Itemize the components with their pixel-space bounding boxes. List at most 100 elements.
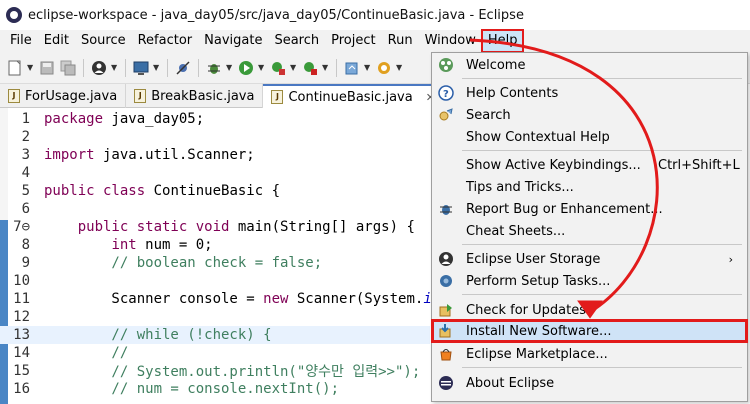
code-editor[interactable]: 1 package java_day05; 2 3 import java.util… xyxy=(0,108,449,404)
menu-item-keybindings[interactable]: Show Active Keybindings... Ctrl+Shift+L xyxy=(432,154,747,176)
user-storage-icon xyxy=(438,251,454,267)
line-number: 10 xyxy=(13,273,30,289)
chevron-down-icon[interactable]: ▼ xyxy=(396,63,404,72)
menu-item-marketplace[interactable]: Eclipse Marketplace... xyxy=(432,343,747,365)
line-number: 16 xyxy=(13,381,30,397)
code-line[interactable]: 12 xyxy=(0,308,430,326)
menu-item-report-bug[interactable]: Report Bug or Enhancement... xyxy=(432,198,747,220)
save-all-icon[interactable] xyxy=(59,59,77,77)
menu-item-help-contents[interactable]: ? Help Contents xyxy=(432,82,747,104)
code-line[interactable]: 6 xyxy=(0,200,430,218)
menu-refactor[interactable]: Refactor xyxy=(132,30,199,52)
chevron-down-icon[interactable]: ▼ xyxy=(153,63,161,72)
new-java-class-icon[interactable] xyxy=(343,59,361,77)
menu-file[interactable]: File xyxy=(4,30,38,52)
line-number: 3 xyxy=(21,147,30,163)
debug-icon[interactable] xyxy=(205,59,223,77)
menu-separator xyxy=(462,78,742,79)
tab-forusage[interactable]: J ForUsage.java xyxy=(0,84,127,108)
chevron-down-icon[interactable]: ▼ xyxy=(111,63,119,72)
current-code-line[interactable]: 13 // while (!check) { xyxy=(0,326,430,344)
menu-project[interactable]: Project xyxy=(325,30,381,52)
code-text: import java.util.Scanner; xyxy=(44,147,255,163)
code-line[interactable]: 5 public class ContinueBasic { xyxy=(0,182,430,200)
toolbar-separator xyxy=(336,58,337,77)
menu-item-label: Tips and Tricks... xyxy=(466,179,574,195)
code-line[interactable]: 2 xyxy=(0,128,430,146)
line-number: 11 xyxy=(13,291,30,307)
tab-label: ForUsage.java xyxy=(25,88,118,104)
tab-breakbasic[interactable]: J BreakBasic.java xyxy=(126,84,264,108)
menu-window[interactable]: Window xyxy=(419,30,482,52)
open-type-icon[interactable] xyxy=(375,59,393,77)
menu-item-search[interactable]: Search xyxy=(432,104,747,126)
menu-item-about[interactable]: About Eclipse xyxy=(432,372,747,394)
run-icon[interactable] xyxy=(237,59,255,77)
code-line[interactable]: 15 // System.out.println("양수만 입력>>"); xyxy=(0,362,430,380)
code-text: // System.out.println("양수만 입력>>"); xyxy=(44,364,421,380)
code-line[interactable]: 4 xyxy=(0,164,430,182)
code-text: // boolean check = false; xyxy=(44,255,323,271)
menu-item-label: Welcome xyxy=(466,57,526,73)
console-icon[interactable] xyxy=(132,59,150,77)
menu-item-label: Show Active Keybindings... xyxy=(466,157,641,173)
save-icon[interactable] xyxy=(38,59,56,77)
search-help-icon xyxy=(438,107,454,123)
welcome-icon xyxy=(438,57,454,73)
chevron-down-icon[interactable]: ▼ xyxy=(290,63,298,72)
code-line[interactable]: 14 // xyxy=(0,344,430,362)
marketplace-icon xyxy=(438,346,454,362)
menu-item-label: Help Contents xyxy=(466,85,559,101)
chevron-down-icon[interactable]: ▼ xyxy=(258,63,266,72)
chevron-down-icon[interactable]: ▼ xyxy=(364,63,372,72)
line-number: 1 xyxy=(21,111,30,127)
external-tools-icon[interactable] xyxy=(301,59,319,77)
code-line[interactable]: 9 // boolean check = false; xyxy=(0,254,430,272)
menu-edit[interactable]: Edit xyxy=(38,30,75,52)
menu-item-label: Install New Software... xyxy=(466,323,612,339)
chevron-down-icon[interactable]: ▼ xyxy=(322,63,330,72)
line-number: 2 xyxy=(21,129,30,145)
menu-navigate[interactable]: Navigate xyxy=(198,30,268,52)
tab-continuebasic[interactable]: J ContinueBasic.java ✕ xyxy=(263,84,444,108)
line-number: 8 xyxy=(21,237,30,253)
menu-item-contextual-help[interactable]: Show Contextual Help xyxy=(432,126,747,148)
code-line[interactable]: 7⊖ public static void main(String[] args… xyxy=(0,218,430,236)
menu-item-install-new-software[interactable]: Install New Software... xyxy=(431,319,748,343)
chevron-down-icon[interactable]: ▼ xyxy=(226,63,234,72)
menu-help[interactable]: Help xyxy=(480,29,525,53)
menu-item-user-storage[interactable]: Eclipse User Storage › xyxy=(432,248,747,270)
code-line[interactable]: 11 Scanner console = new Scanner(System.… xyxy=(0,290,448,308)
menu-item-welcome[interactable]: Welcome xyxy=(432,54,747,76)
code-text: // while (!check) { xyxy=(44,327,272,343)
code-text: Scanner console = new Scanner(System.in) xyxy=(44,291,448,307)
title-bar: eclipse-workspace - java_day05/src/java_… xyxy=(0,0,750,30)
code-line[interactable]: 10 xyxy=(0,272,430,290)
menu-search[interactable]: Search xyxy=(268,30,325,52)
menu-run[interactable]: Run xyxy=(382,30,419,52)
menu-source[interactable]: Source xyxy=(75,30,132,52)
menu-item-label: Cheat Sheets... xyxy=(466,223,566,239)
line-number: 15 xyxy=(13,363,30,379)
chevron-down-icon[interactable]: ▼ xyxy=(27,63,35,72)
menu-item-setup-tasks[interactable]: Perform Setup Tasks... xyxy=(432,270,747,292)
skip-breakpoints-icon[interactable] xyxy=(174,59,192,77)
code-line[interactable]: 1 package java_day05; xyxy=(0,110,430,128)
toolbar-separator xyxy=(167,58,168,77)
menu-bar: File Edit Source Refactor Navigate Searc… xyxy=(0,29,750,53)
menu-item-cheat-sheets[interactable]: Cheat Sheets... xyxy=(432,220,747,242)
profile-icon[interactable] xyxy=(90,59,108,77)
menu-item-check-updates[interactable]: Check for Updates xyxy=(432,299,747,321)
code-line[interactable]: 16 // num = console.nextInt(); xyxy=(0,380,430,398)
line-number: 7⊖ xyxy=(13,219,30,235)
code-line[interactable]: 3 import java.util.Scanner; xyxy=(0,146,430,164)
line-number: 14 xyxy=(13,345,30,361)
code-line[interactable]: 8 int num = 0; xyxy=(0,236,430,254)
coverage-icon[interactable] xyxy=(269,59,287,77)
java-file-icon: J xyxy=(134,89,147,103)
new-icon[interactable] xyxy=(6,59,24,77)
menu-item-label: Eclipse Marketplace... xyxy=(466,346,608,362)
line-number: 5 xyxy=(21,183,30,199)
menu-item-label: Show Contextual Help xyxy=(466,129,610,145)
menu-item-tips[interactable]: Tips and Tricks... xyxy=(432,176,747,198)
